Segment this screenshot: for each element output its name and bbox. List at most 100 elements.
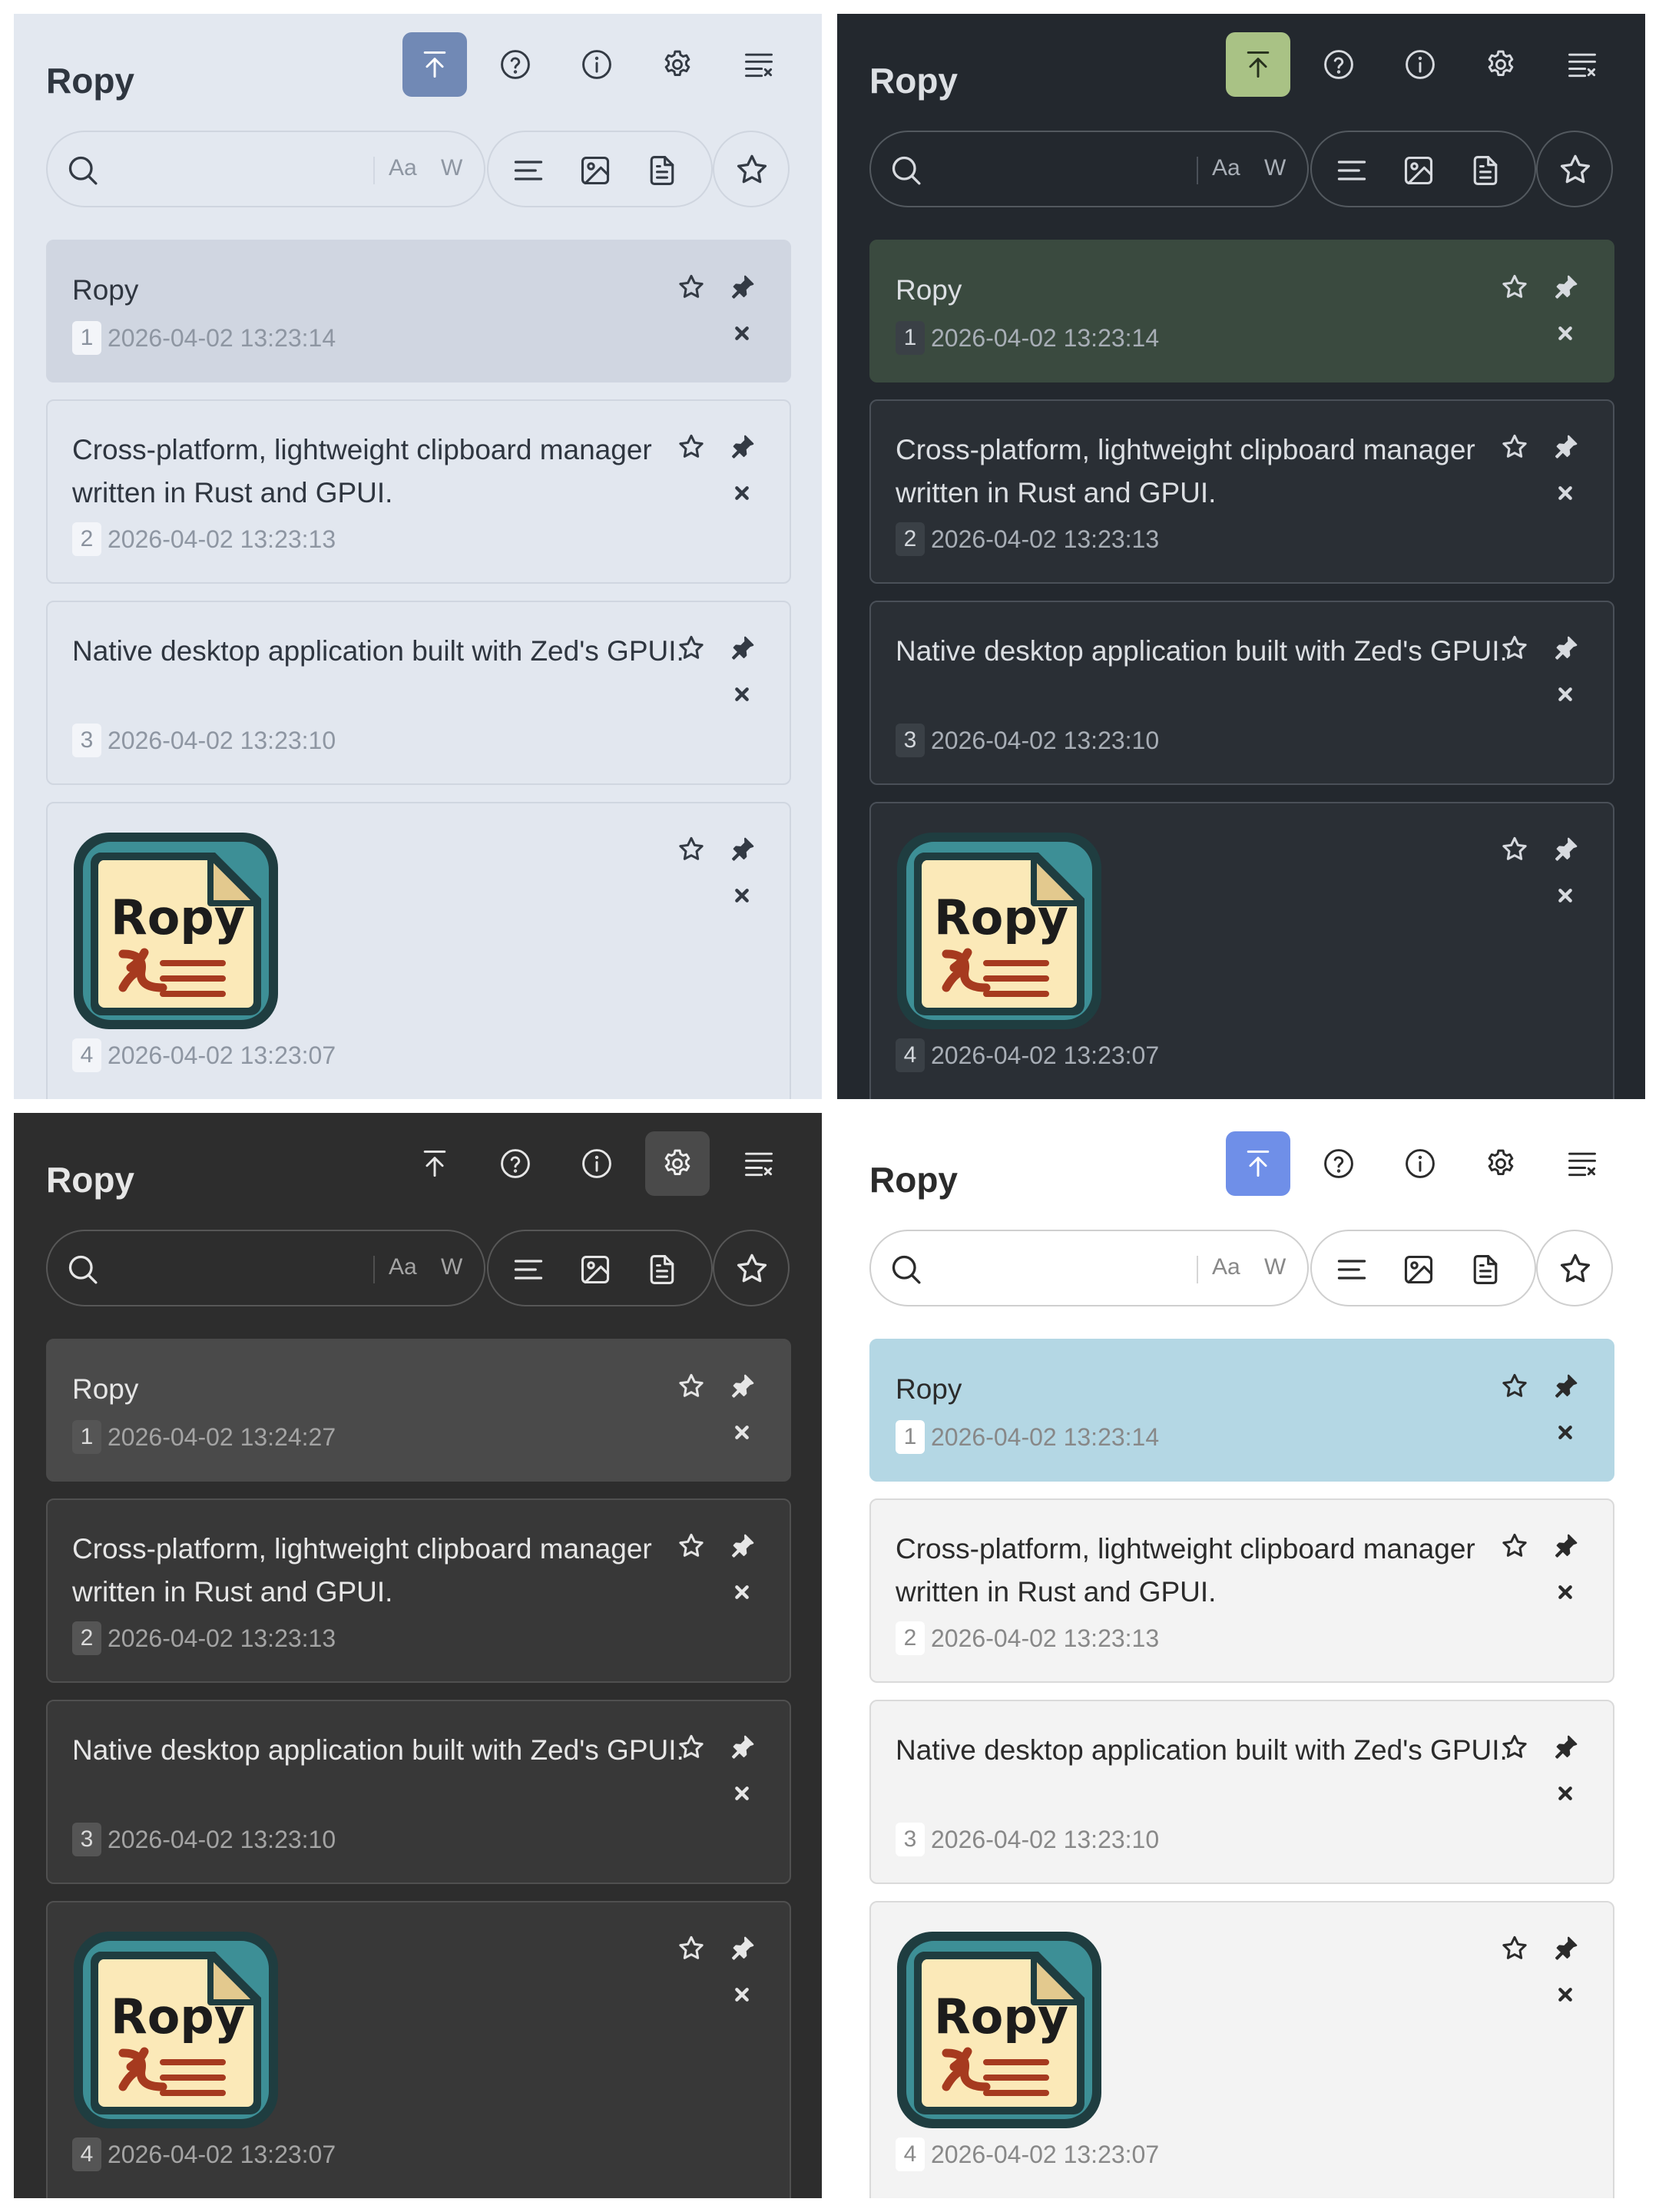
delete-button[interactable] <box>1550 478 1581 508</box>
clear-history-button[interactable] <box>727 32 791 97</box>
scroll-to-top-button[interactable] <box>402 32 467 97</box>
whole-word-toggle[interactable]: W <box>441 1254 462 1280</box>
clipboard-item[interactable]: Native desktop application built with Ze… <box>46 601 791 785</box>
favorite-button[interactable] <box>1499 633 1530 664</box>
search-input[interactable] <box>111 151 364 189</box>
help-button[interactable] <box>483 1131 548 1196</box>
pin-button[interactable] <box>1550 272 1581 303</box>
text-filter-icon[interactable] <box>512 154 545 187</box>
pin-button[interactable] <box>1550 1371 1581 1402</box>
pin-button[interactable] <box>1550 1732 1581 1763</box>
favorite-button[interactable] <box>1499 1531 1530 1561</box>
clipboard-item[interactable]: Native desktop application built with Ze… <box>869 601 1614 785</box>
delete-button[interactable] <box>1550 1417 1581 1448</box>
about-button[interactable] <box>565 32 629 97</box>
settings-button[interactable] <box>1469 32 1533 97</box>
favorite-button[interactable] <box>676 1371 707 1402</box>
favorite-button[interactable] <box>676 1933 707 1964</box>
scroll-to-top-button[interactable] <box>402 1131 467 1196</box>
whole-word-toggle[interactable]: W <box>1264 155 1286 181</box>
image-filter-icon[interactable] <box>578 154 612 187</box>
clipboard-item[interactable]: Ropy 4 2026-04-02 13:23:07 <box>46 1901 791 2198</box>
delete-button[interactable] <box>727 1417 757 1448</box>
delete-button[interactable] <box>727 318 757 349</box>
text-filter-icon[interactable] <box>1335 154 1369 187</box>
search-input[interactable] <box>934 151 1187 189</box>
pin-button[interactable] <box>727 834 757 865</box>
file-filter-icon[interactable] <box>645 154 679 187</box>
clipboard-item[interactable]: Ropy 4 2026-04-02 13:23:07 <box>46 802 791 1099</box>
favorite-button[interactable] <box>1499 432 1530 462</box>
delete-button[interactable] <box>1550 1979 1581 2010</box>
favorite-button[interactable] <box>1499 272 1530 303</box>
settings-button[interactable] <box>1469 1131 1533 1196</box>
clipboard-item[interactable]: Ropy 1 2026-04-02 13:24:27 <box>46 1339 791 1482</box>
pin-button[interactable] <box>1550 1933 1581 1964</box>
favorites-filter-button[interactable] <box>713 1230 790 1306</box>
match-case-toggle[interactable]: Aa <box>1212 155 1240 181</box>
favorite-button[interactable] <box>676 272 707 303</box>
match-case-toggle[interactable]: Aa <box>389 155 417 181</box>
clear-history-button[interactable] <box>727 1131 791 1196</box>
about-button[interactable] <box>1388 32 1452 97</box>
pin-button[interactable] <box>727 272 757 303</box>
pin-button[interactable] <box>727 432 757 462</box>
file-filter-icon[interactable] <box>1469 154 1502 187</box>
file-filter-icon[interactable] <box>1469 1253 1502 1286</box>
favorites-filter-button[interactable] <box>1536 1230 1613 1306</box>
favorites-filter-button[interactable] <box>713 131 790 207</box>
delete-button[interactable] <box>1550 1778 1581 1809</box>
file-filter-icon[interactable] <box>645 1253 679 1286</box>
scroll-to-top-button[interactable] <box>1226 1131 1290 1196</box>
clipboard-item[interactable]: Ropy 1 2026-04-02 13:23:14 <box>46 240 791 382</box>
pin-button[interactable] <box>1550 432 1581 462</box>
text-filter-icon[interactable] <box>1335 1253 1369 1286</box>
delete-button[interactable] <box>1550 679 1581 710</box>
image-filter-icon[interactable] <box>1402 154 1435 187</box>
whole-word-toggle[interactable]: W <box>1264 1254 1286 1280</box>
pin-button[interactable] <box>727 633 757 664</box>
about-button[interactable] <box>1388 1131 1452 1196</box>
clipboard-item[interactable]: Cross-platform, lightweight clipboard ma… <box>869 1498 1614 1683</box>
clipboard-item[interactable]: Native desktop application built with Ze… <box>46 1700 791 1884</box>
pin-button[interactable] <box>727 1531 757 1561</box>
favorite-button[interactable] <box>1499 1371 1530 1402</box>
whole-word-toggle[interactable]: W <box>441 155 462 181</box>
help-button[interactable] <box>1306 32 1371 97</box>
favorite-button[interactable] <box>676 834 707 865</box>
delete-button[interactable] <box>727 880 757 911</box>
favorite-button[interactable] <box>1499 1732 1530 1763</box>
clipboard-item[interactable]: Ropy 1 2026-04-02 13:23:14 <box>869 1339 1614 1482</box>
match-case-toggle[interactable]: Aa <box>389 1254 417 1280</box>
clipboard-item[interactable]: Cross-platform, lightweight clipboard ma… <box>46 399 791 584</box>
clear-history-button[interactable] <box>1550 32 1614 97</box>
scroll-to-top-button[interactable] <box>1226 32 1290 97</box>
pin-button[interactable] <box>1550 834 1581 865</box>
clipboard-item[interactable]: Ropy 1 2026-04-02 13:23:14 <box>869 240 1614 382</box>
clipboard-item[interactable]: Ropy 4 2026-04-02 13:23:07 <box>869 802 1614 1099</box>
match-case-toggle[interactable]: Aa <box>1212 1254 1240 1280</box>
pin-button[interactable] <box>727 1371 757 1402</box>
clipboard-item[interactable]: Cross-platform, lightweight clipboard ma… <box>869 399 1614 584</box>
delete-button[interactable] <box>727 1979 757 2010</box>
clipboard-item[interactable]: Native desktop application built with Ze… <box>869 1700 1614 1884</box>
favorite-button[interactable] <box>1499 834 1530 865</box>
help-button[interactable] <box>483 32 548 97</box>
favorite-button[interactable] <box>676 1531 707 1561</box>
pin-button[interactable] <box>727 1732 757 1763</box>
favorite-button[interactable] <box>1499 1933 1530 1964</box>
pin-button[interactable] <box>1550 633 1581 664</box>
delete-button[interactable] <box>727 478 757 508</box>
delete-button[interactable] <box>1550 1577 1581 1608</box>
pin-button[interactable] <box>727 1933 757 1964</box>
favorite-button[interactable] <box>676 1732 707 1763</box>
delete-button[interactable] <box>727 679 757 710</box>
about-button[interactable] <box>565 1131 629 1196</box>
text-filter-icon[interactable] <box>512 1253 545 1286</box>
clipboard-item[interactable]: Ropy 4 2026-04-02 13:23:07 <box>869 1901 1614 2198</box>
delete-button[interactable] <box>727 1778 757 1809</box>
pin-button[interactable] <box>1550 1531 1581 1561</box>
clipboard-item[interactable]: Cross-platform, lightweight clipboard ma… <box>46 1498 791 1683</box>
search-input[interactable] <box>111 1250 364 1288</box>
favorite-button[interactable] <box>676 432 707 462</box>
